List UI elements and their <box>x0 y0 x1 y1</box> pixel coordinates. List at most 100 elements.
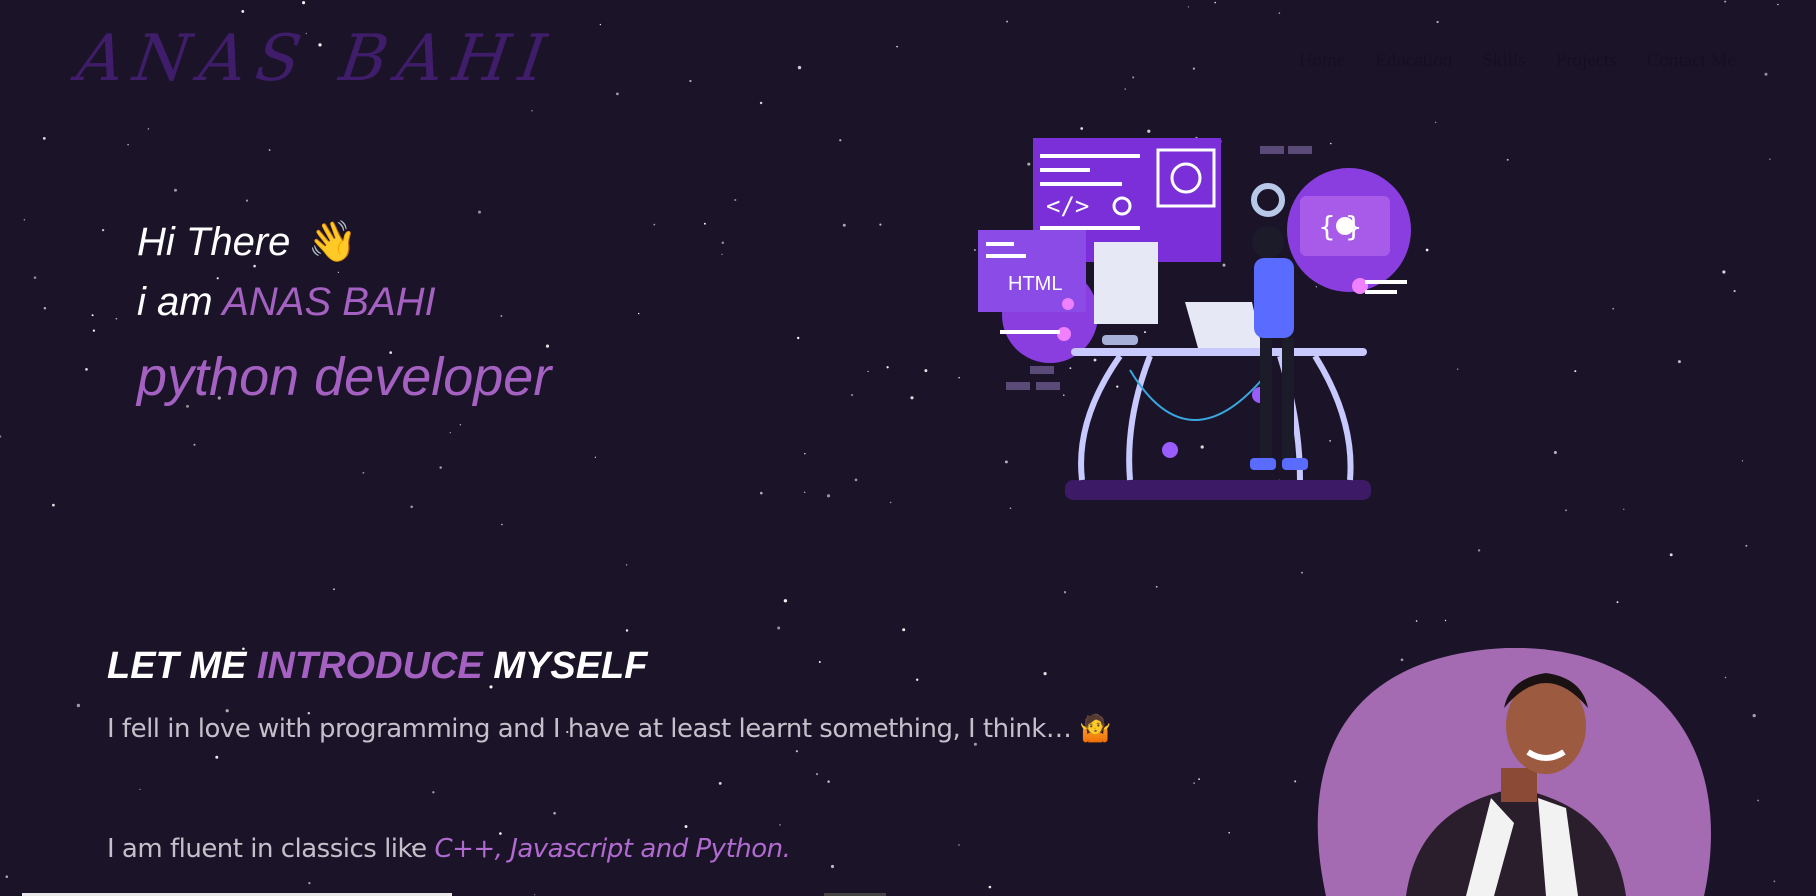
star <box>531 110 533 112</box>
star <box>886 366 889 369</box>
star <box>1669 553 1673 557</box>
star <box>839 139 842 142</box>
code-symbol: </> <box>1046 192 1089 220</box>
heart-icon <box>1336 217 1354 235</box>
star <box>924 369 928 373</box>
star <box>842 223 846 227</box>
star <box>1724 0 1727 3</box>
intro-paragraph-1-text: I fell in love with programming and I ha… <box>107 714 1072 744</box>
glow-line <box>1365 280 1407 284</box>
star <box>1574 370 1577 373</box>
top-nav: Home Education Skills Projects Contact M… <box>1299 50 1736 72</box>
nav-skills[interactable]: Skills <box>1482 50 1525 72</box>
nav-education[interactable]: Education <box>1375 50 1452 72</box>
star <box>1415 620 1418 622</box>
star <box>308 882 311 885</box>
star <box>1436 20 1439 24</box>
star <box>1006 20 1009 23</box>
star <box>625 629 629 632</box>
site-logo[interactable]: ANAS BAHI <box>73 22 560 96</box>
star <box>33 276 37 279</box>
star <box>1506 158 1509 161</box>
shrug-icon: 🤷 <box>1079 714 1111 744</box>
developer-illustration: </> HTML { } <box>978 138 1411 500</box>
star <box>1192 67 1196 70</box>
star <box>1132 76 1135 79</box>
star <box>127 144 129 146</box>
intro-paragraph-2: I am fluent in classics like C++, Javasc… <box>107 834 1111 864</box>
nav-contact[interactable]: Contact Me <box>1647 50 1736 72</box>
star <box>0 435 2 438</box>
star <box>333 588 335 591</box>
star <box>1301 571 1303 574</box>
hero-name: ANAS BAHI <box>222 280 436 324</box>
code-line <box>1040 226 1140 230</box>
nav-home[interactable]: Home <box>1299 50 1345 72</box>
star <box>910 396 914 400</box>
html-label: HTML <box>1008 273 1062 295</box>
star <box>804 453 806 455</box>
code-line <box>1040 182 1122 186</box>
person-shoe <box>1282 458 1308 470</box>
star <box>23 219 26 221</box>
star <box>1228 831 1230 834</box>
star <box>85 368 88 371</box>
person-shoe <box>1250 458 1276 470</box>
deco-bar <box>1030 366 1054 374</box>
laptop <box>1185 302 1262 348</box>
star <box>879 223 882 226</box>
star <box>362 471 365 474</box>
cable <box>1129 369 1271 421</box>
star <box>92 329 96 332</box>
star <box>5 875 9 878</box>
star <box>1477 549 1481 552</box>
star <box>302 1 306 5</box>
intro-title: LET ME INTRODUCE MYSELF <box>107 645 1111 688</box>
star <box>1769 158 1771 160</box>
star <box>734 198 737 202</box>
nav-projects[interactable]: Projects <box>1556 50 1617 72</box>
star <box>1214 1 1217 4</box>
star <box>1722 270 1726 274</box>
star <box>1612 307 1615 310</box>
hero-name-line: i am ANAS BAHI <box>137 272 551 332</box>
star <box>1724 676 1727 679</box>
code-line <box>1040 154 1140 158</box>
star <box>1193 782 1195 784</box>
star <box>854 478 858 482</box>
star <box>1745 544 1748 547</box>
star <box>501 523 503 526</box>
intro-title-accent: INTRODUCE <box>256 645 483 687</box>
deco-bar <box>1036 382 1060 390</box>
star <box>115 317 118 320</box>
star <box>1733 290 1736 293</box>
star <box>797 65 802 70</box>
star <box>851 393 854 397</box>
star <box>449 432 451 434</box>
intro-languages: C++, Javascript and Python. <box>434 834 791 864</box>
person-leg <box>1282 338 1294 458</box>
star <box>439 466 442 469</box>
star <box>268 149 271 151</box>
star <box>1294 780 1297 783</box>
person-head <box>1252 226 1284 258</box>
iam-text: i am <box>137 280 213 324</box>
star <box>594 456 597 458</box>
star <box>241 9 245 13</box>
intro-title-part2: MYSELF <box>493 645 648 687</box>
star <box>1616 601 1619 604</box>
hero-role-typewriter: python developer <box>137 347 552 407</box>
illustration-floor <box>1065 480 1371 500</box>
html-card-line <box>986 254 1026 258</box>
star <box>958 376 960 379</box>
star <box>721 241 725 244</box>
star <box>759 101 763 105</box>
star <box>1124 88 1126 90</box>
deco-bar <box>1288 146 1312 154</box>
star <box>896 45 899 48</box>
star <box>459 424 462 426</box>
star <box>1777 3 1779 6</box>
desk-top <box>1071 348 1367 356</box>
html-card-line <box>986 242 1014 246</box>
star <box>245 199 249 202</box>
